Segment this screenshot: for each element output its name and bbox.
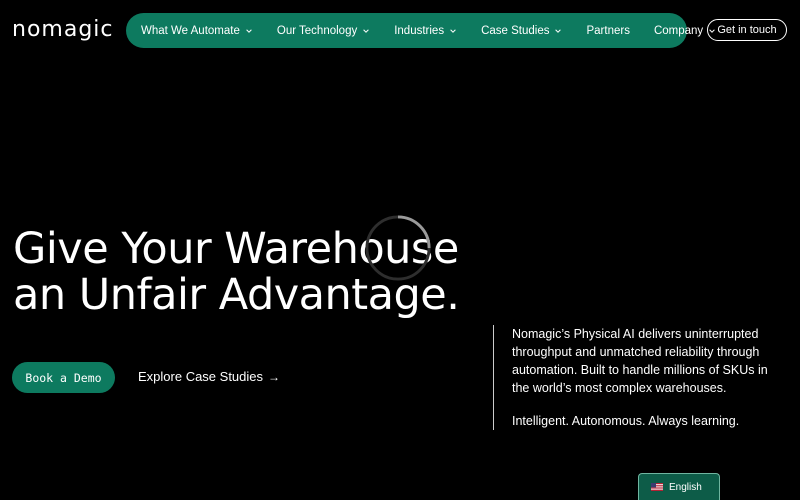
chevron-down-icon [555, 28, 562, 33]
nav-item-label: Case Studies [481, 24, 550, 37]
explore-case-studies-link[interactable]: Explore Case Studies → [138, 369, 280, 384]
us-flag-icon [651, 483, 663, 491]
chevron-down-icon [450, 28, 456, 33]
nav-item-case-studies[interactable]: Case Studies [481, 25, 562, 37]
get-in-touch-button[interactable]: Get in touch [707, 19, 787, 41]
hero-description: Nomagic’s Physical AI delivers uninterru… [512, 327, 768, 395]
chevron-down-icon [363, 28, 369, 33]
nav-item-label: Our Technology [276, 24, 358, 37]
nomagic-logo[interactable]: nomagic [12, 16, 114, 44]
nav-item-label: Partners [586, 24, 630, 37]
language-switcher[interactable]: English [638, 473, 720, 500]
nav-item-industries[interactable]: Industries [394, 25, 457, 37]
nav-item-label: What We Automate [141, 24, 240, 37]
nav-item-partners[interactable]: Partners [586, 25, 629, 37]
vertical-divider [493, 325, 494, 430]
loading-spinner-icon [365, 215, 431, 281]
chevron-down-icon [246, 28, 252, 33]
nav-item-label: Industries [394, 24, 445, 37]
nav-item-our-technology[interactable]: Our Technology [277, 25, 370, 37]
language-label: English [669, 481, 702, 493]
book-demo-button[interactable]: Book a Demo [12, 362, 115, 393]
arrow-right-icon: → [268, 369, 281, 384]
page: nomagic What We Automate Our Technology … [0, 0, 800, 500]
main-nav: What We Automate Our Technology Industri… [126, 13, 715, 48]
explore-case-studies-label: Explore Case Studies [138, 369, 264, 384]
nav-item-label: Company [653, 24, 704, 37]
hero-tagline: Intelligent. Autonomous. Always learning… [512, 414, 740, 428]
nav-item-what-we-automate[interactable]: What We Automate [141, 25, 253, 37]
